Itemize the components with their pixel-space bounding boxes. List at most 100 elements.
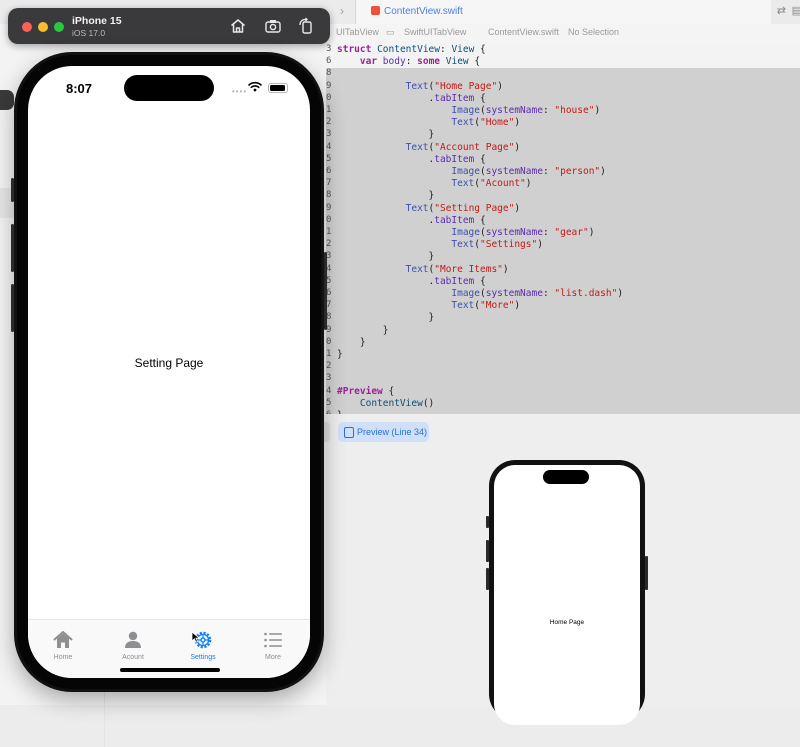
editor-tab-contentview[interactable]: ContentView.swift	[355, 0, 771, 24]
power-button[interactable]	[324, 252, 327, 330]
line-number: 3	[326, 251, 332, 262]
line-number: 1	[326, 349, 332, 359]
swift-file-icon	[371, 6, 380, 15]
line-number: 6	[326, 166, 332, 176]
tab-more[interactable]: More	[238, 620, 308, 661]
device-screen[interactable]: 8:07 •••• Setting Page Home Acount Setti…	[28, 66, 310, 678]
preview-screen[interactable]: Home Page	[494, 465, 640, 725]
line-number: 4	[326, 263, 332, 274]
line-number: 6	[326, 288, 332, 298]
code-line[interactable]: Image(systemName: "house")	[337, 105, 600, 116]
code-line[interactable]: }	[337, 251, 435, 262]
simulator-device: 8:07 •••• Setting Page Home Acount Setti…	[11, 52, 327, 692]
line-number: 9	[326, 80, 332, 91]
wifi-icon	[248, 81, 262, 92]
code-line[interactable]: struct ContentView: View {	[337, 44, 486, 55]
code-line[interactable]: .tabItem {	[337, 93, 486, 104]
line-number: 5	[326, 275, 332, 286]
forward-arrow-icon[interactable]: ›	[340, 4, 344, 18]
line-number: 3	[326, 44, 332, 54]
code-line[interactable]: ContentView()	[337, 398, 434, 409]
code-line[interactable]: }	[337, 325, 389, 336]
jump-bar-item-selection[interactable]: No Selection	[568, 27, 619, 37]
line-number: 8	[326, 312, 332, 323]
line-number: 1	[326, 227, 332, 237]
code-line[interactable]: Text("Settings")	[337, 239, 543, 250]
jump-bar-item-file[interactable]: ContentView.swift	[488, 27, 559, 37]
home-indicator[interactable]	[120, 668, 220, 672]
mouse-cursor-icon	[191, 631, 201, 643]
code-line[interactable]: }	[337, 312, 435, 323]
volume-up-button[interactable]	[11, 224, 14, 272]
zoom-window-button[interactable]	[54, 22, 64, 32]
cellular-signal-icon: ••••	[232, 87, 248, 96]
code-line[interactable]: Image(systemName: "gear")	[337, 227, 594, 238]
preview-volume-up	[486, 540, 489, 562]
simulator-os-version: iOS 17.0	[72, 28, 106, 38]
code-line[interactable]: Text("Home")	[337, 117, 520, 128]
preview-volume-down	[486, 568, 489, 590]
code-line[interactable]: Image(systemName: "person")	[337, 166, 606, 177]
code-line[interactable]: .tabItem {	[337, 215, 486, 226]
line-number: 8	[326, 190, 332, 201]
code-line[interactable]: Text("Account Page")	[337, 142, 520, 153]
tab-account[interactable]: Acount	[98, 620, 168, 661]
dynamic-island	[124, 75, 214, 101]
preview-icon	[344, 427, 354, 438]
code-editor[interactable]: 36890123456789012345678901234567 struct …	[326, 42, 800, 432]
line-number: 2	[326, 239, 332, 250]
code-line[interactable]: Text("More Items")	[337, 264, 509, 275]
preview-dynamic-island	[543, 470, 589, 484]
code-line[interactable]: }	[337, 349, 343, 360]
line-number: 0	[326, 336, 332, 347]
code-line[interactable]: var body: some View {	[337, 56, 480, 67]
code-line[interactable]: #Preview {	[337, 386, 394, 397]
tab-home[interactable]: Home	[28, 620, 98, 661]
tab-more-label: More	[265, 654, 281, 661]
tab-settings[interactable]: Settings	[168, 620, 238, 661]
code-line[interactable]: }	[337, 337, 366, 348]
code-line[interactable]: Text("Setting Page")	[337, 203, 520, 214]
simulator-titlebar: iPhone 15 iOS 17.0	[8, 8, 330, 44]
preview-power-button	[645, 556, 648, 590]
page-title: Setting Page	[134, 356, 204, 370]
volume-down-button[interactable]	[11, 284, 14, 332]
preview-page-text: Home Page	[549, 619, 585, 626]
line-number: 6	[326, 56, 332, 67]
jump-bar-item-group[interactable]: SwiftUITabView	[404, 27, 466, 37]
code-line[interactable]: }	[337, 129, 435, 140]
line-number: 4	[326, 141, 332, 152]
tab-home-label: Home	[53, 654, 73, 661]
line-number: 3	[326, 129, 332, 140]
code-line[interactable]: .tabItem {	[337, 276, 486, 287]
tab-settings-label: Settings	[190, 654, 216, 661]
code-line[interactable]: Image(systemName: "list.dash")	[337, 288, 623, 299]
line-number: 8	[326, 68, 332, 79]
line-number: 2	[326, 361, 332, 372]
folder-icon: ▭	[386, 27, 395, 37]
code-line[interactable]: Text("Acount")	[337, 178, 531, 189]
avatar	[0, 90, 14, 110]
code-line[interactable]: Text("More")	[337, 300, 520, 311]
camera-icon[interactable]	[264, 17, 282, 35]
editor-tab-label: ContentView.swift	[384, 6, 463, 17]
code-line[interactable]: }	[337, 190, 435, 201]
minimize-window-button[interactable]	[38, 22, 48, 32]
line-number: 9	[326, 324, 332, 335]
split-editor-icon[interactable]: ▤	[792, 4, 800, 17]
code-line[interactable]: .tabItem {	[337, 154, 486, 165]
code-line[interactable]: Text("Home Page")	[337, 81, 503, 92]
action-button[interactable]	[11, 178, 14, 202]
line-number: 0	[326, 214, 332, 225]
tab-account-label: Acount	[122, 654, 144, 661]
close-window-button[interactable]	[22, 22, 32, 32]
jump-bar-item-project[interactable]: UITabView	[336, 27, 379, 37]
line-number: 7	[326, 300, 332, 311]
list-dash-icon	[264, 632, 282, 648]
home-icon[interactable]	[229, 17, 247, 35]
preview-tab[interactable]: Preview (Line 34)	[338, 422, 429, 442]
line-number: 1	[326, 105, 332, 115]
rotate-icon[interactable]	[297, 17, 315, 35]
refresh-icon[interactable]: ⇄	[777, 4, 786, 17]
preview-tab-label: Preview (Line 34)	[357, 427, 428, 437]
